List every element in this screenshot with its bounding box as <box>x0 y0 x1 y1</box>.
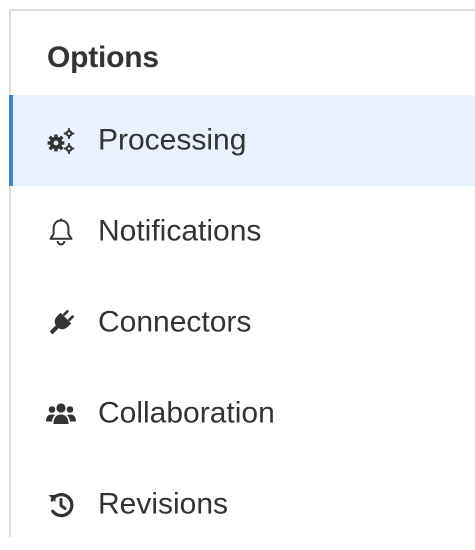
menu-item-revisions[interactable]: Revisions <box>11 459 475 550</box>
menu-item-notifications[interactable]: Notifications <box>11 186 475 277</box>
plug-icon <box>45 307 77 339</box>
options-title: Options <box>47 41 159 74</box>
users-icon <box>45 398 77 430</box>
bell-icon <box>45 216 77 248</box>
menu-item-processing[interactable]: Processing <box>9 95 475 186</box>
menu-item-label: Connectors <box>98 304 252 338</box>
menu-item-label: Collaboration <box>98 395 275 429</box>
menu-item-label: Notifications <box>98 213 262 247</box>
menu-item-collaboration[interactable]: Collaboration <box>11 368 475 459</box>
options-panel: Options Processing Notifications Connect… <box>9 9 475 537</box>
cogs-icon <box>45 125 77 157</box>
menu-item-connectors[interactable]: Connectors <box>11 277 475 368</box>
options-menu: Processing Notifications Connectors Coll… <box>9 95 475 550</box>
menu-item-label: Revisions <box>98 486 229 520</box>
menu-item-label: Processing <box>98 122 247 156</box>
history-icon <box>45 489 77 521</box>
